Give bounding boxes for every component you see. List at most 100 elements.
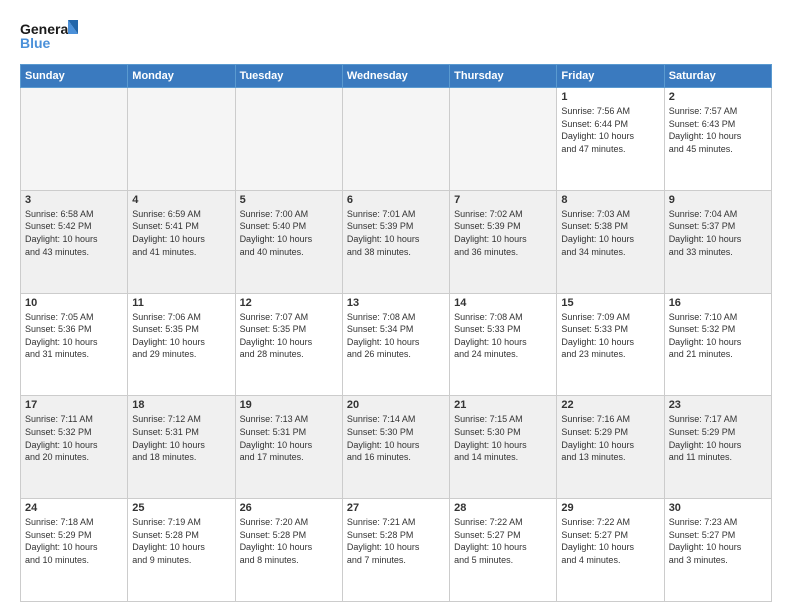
calendar-cell: 8 Sunrise: 7:03 AM Sunset: 5:38 PM Daylig… xyxy=(557,190,664,293)
calendar-cell: 22 Sunrise: 7:16 AM Sunset: 5:29 PM Dayli… xyxy=(557,396,664,499)
day-info: Sunrise: 7:22 AM Sunset: 5:27 PM Dayligh… xyxy=(454,516,552,566)
day-number: 9 xyxy=(669,194,767,206)
day-number: 5 xyxy=(240,194,338,206)
calendar-cell: 23 Sunrise: 7:17 AM Sunset: 5:29 PM Dayli… xyxy=(664,396,771,499)
day-number: 6 xyxy=(347,194,445,206)
day-info: Sunrise: 7:04 AM Sunset: 5:37 PM Dayligh… xyxy=(669,208,767,258)
day-number: 27 xyxy=(347,502,445,514)
day-number: 10 xyxy=(25,297,123,309)
day-info: Sunrise: 7:02 AM Sunset: 5:39 PM Dayligh… xyxy=(454,208,552,258)
calendar-cell: 17 Sunrise: 7:11 AM Sunset: 5:32 PM Dayli… xyxy=(21,396,128,499)
calendar-cell: 13 Sunrise: 7:08 AM Sunset: 5:34 PM Dayli… xyxy=(342,293,449,396)
calendar-cell xyxy=(235,88,342,191)
day-number: 18 xyxy=(132,399,230,411)
weekday-header-saturday: Saturday xyxy=(664,65,771,88)
day-info: Sunrise: 7:00 AM Sunset: 5:40 PM Dayligh… xyxy=(240,208,338,258)
week-row-2: 3 Sunrise: 6:58 AM Sunset: 5:42 PM Daylig… xyxy=(21,190,772,293)
week-row-3: 10 Sunrise: 7:05 AM Sunset: 5:36 PM Dayli… xyxy=(21,293,772,396)
day-info: Sunrise: 7:10 AM Sunset: 5:32 PM Dayligh… xyxy=(669,311,767,361)
day-number: 16 xyxy=(669,297,767,309)
week-row-1: 1 Sunrise: 7:56 AM Sunset: 6:44 PM Daylig… xyxy=(21,88,772,191)
day-number: 30 xyxy=(669,502,767,514)
day-info: Sunrise: 7:05 AM Sunset: 5:36 PM Dayligh… xyxy=(25,311,123,361)
calendar-cell: 25 Sunrise: 7:19 AM Sunset: 5:28 PM Dayli… xyxy=(128,499,235,602)
calendar-cell: 10 Sunrise: 7:05 AM Sunset: 5:36 PM Dayli… xyxy=(21,293,128,396)
day-number: 1 xyxy=(561,91,659,103)
day-info: Sunrise: 7:19 AM Sunset: 5:28 PM Dayligh… xyxy=(132,516,230,566)
day-number: 28 xyxy=(454,502,552,514)
day-info: Sunrise: 7:03 AM Sunset: 5:38 PM Dayligh… xyxy=(561,208,659,258)
calendar-cell: 21 Sunrise: 7:15 AM Sunset: 5:30 PM Dayli… xyxy=(450,396,557,499)
calendar-cell: 11 Sunrise: 7:06 AM Sunset: 5:35 PM Dayli… xyxy=(128,293,235,396)
day-info: Sunrise: 7:14 AM Sunset: 5:30 PM Dayligh… xyxy=(347,413,445,463)
calendar-cell xyxy=(450,88,557,191)
day-number: 19 xyxy=(240,399,338,411)
day-number: 23 xyxy=(669,399,767,411)
day-number: 29 xyxy=(561,502,659,514)
calendar-cell: 16 Sunrise: 7:10 AM Sunset: 5:32 PM Dayli… xyxy=(664,293,771,396)
day-info: Sunrise: 6:58 AM Sunset: 5:42 PM Dayligh… xyxy=(25,208,123,258)
logo-icon: GeneralBlue xyxy=(20,16,80,56)
calendar-cell xyxy=(342,88,449,191)
day-info: Sunrise: 7:57 AM Sunset: 6:43 PM Dayligh… xyxy=(669,105,767,155)
calendar-cell xyxy=(128,88,235,191)
day-info: Sunrise: 7:08 AM Sunset: 5:33 PM Dayligh… xyxy=(454,311,552,361)
day-info: Sunrise: 7:12 AM Sunset: 5:31 PM Dayligh… xyxy=(132,413,230,463)
calendar-cell: 20 Sunrise: 7:14 AM Sunset: 5:30 PM Dayli… xyxy=(342,396,449,499)
svg-text:Blue: Blue xyxy=(20,35,51,51)
day-number: 17 xyxy=(25,399,123,411)
day-number: 7 xyxy=(454,194,552,206)
calendar-cell: 15Sunrise: 7:09 AM Sunset: 5:33 PM Dayli… xyxy=(557,293,664,396)
calendar-cell: 3 Sunrise: 6:58 AM Sunset: 5:42 PM Daylig… xyxy=(21,190,128,293)
week-row-5: 24 Sunrise: 7:18 AM Sunset: 5:29 PM Dayli… xyxy=(21,499,772,602)
weekday-header-friday: Friday xyxy=(557,65,664,88)
day-number: 8 xyxy=(561,194,659,206)
day-info: Sunrise: 7:23 AM Sunset: 5:27 PM Dayligh… xyxy=(669,516,767,566)
day-number: 21 xyxy=(454,399,552,411)
day-info: Sunrise: 7:20 AM Sunset: 5:28 PM Dayligh… xyxy=(240,516,338,566)
day-info: Sunrise: 7:13 AM Sunset: 5:31 PM Dayligh… xyxy=(240,413,338,463)
calendar-cell xyxy=(21,88,128,191)
day-info: Sunrise: 7:56 AM Sunset: 6:44 PM Dayligh… xyxy=(561,105,659,155)
day-info: Sunrise: 7:16 AM Sunset: 5:29 PM Dayligh… xyxy=(561,413,659,463)
calendar-cell: 26Sunrise: 7:20 AM Sunset: 5:28 PM Dayli… xyxy=(235,499,342,602)
calendar-cell: 7 Sunrise: 7:02 AM Sunset: 5:39 PM Daylig… xyxy=(450,190,557,293)
day-number: 24 xyxy=(25,502,123,514)
day-number: 3 xyxy=(25,194,123,206)
weekday-header-monday: Monday xyxy=(128,65,235,88)
day-number: 22 xyxy=(561,399,659,411)
day-info: Sunrise: 7:08 AM Sunset: 5:34 PM Dayligh… xyxy=(347,311,445,361)
day-info: Sunrise: 7:09 AM Sunset: 5:33 PM Dayligh… xyxy=(561,311,659,361)
calendar-cell: 27 Sunrise: 7:21 AM Sunset: 5:28 PM Dayli… xyxy=(342,499,449,602)
calendar-cell: 4Sunrise: 6:59 AM Sunset: 5:41 PM Daylig… xyxy=(128,190,235,293)
day-info: Sunrise: 7:15 AM Sunset: 5:30 PM Dayligh… xyxy=(454,413,552,463)
calendar-cell: 18 Sunrise: 7:12 AM Sunset: 5:31 PM Dayli… xyxy=(128,396,235,499)
day-info: Sunrise: 7:11 AM Sunset: 5:32 PM Dayligh… xyxy=(25,413,123,463)
day-number: 13 xyxy=(347,297,445,309)
weekday-header-sunday: Sunday xyxy=(21,65,128,88)
day-info: Sunrise: 7:22 AM Sunset: 5:27 PM Dayligh… xyxy=(561,516,659,566)
day-info: Sunrise: 6:59 AM Sunset: 5:41 PM Dayligh… xyxy=(132,208,230,258)
day-info: Sunrise: 7:18 AM Sunset: 5:29 PM Dayligh… xyxy=(25,516,123,566)
day-info: Sunrise: 7:01 AM Sunset: 5:39 PM Dayligh… xyxy=(347,208,445,258)
day-info: Sunrise: 7:17 AM Sunset: 5:29 PM Dayligh… xyxy=(669,413,767,463)
calendar-cell: 29 Sunrise: 7:22 AM Sunset: 5:27 PM Dayli… xyxy=(557,499,664,602)
calendar-cell: 30 Sunrise: 7:23 AM Sunset: 5:27 PM Dayli… xyxy=(664,499,771,602)
calendar-cell: 14 Sunrise: 7:08 AM Sunset: 5:33 PM Dayli… xyxy=(450,293,557,396)
weekday-header-row: SundayMondayTuesdayWednesdayThursdayFrid… xyxy=(21,65,772,88)
day-number: 11 xyxy=(132,297,230,309)
day-number: 20 xyxy=(347,399,445,411)
day-number: 25 xyxy=(132,502,230,514)
header: GeneralBlue xyxy=(20,16,772,56)
calendar-cell: 1 Sunrise: 7:56 AM Sunset: 6:44 PM Daylig… xyxy=(557,88,664,191)
weekday-header-tuesday: Tuesday xyxy=(235,65,342,88)
calendar-table: SundayMondayTuesdayWednesdayThursdayFrid… xyxy=(20,64,772,602)
day-info: Sunrise: 7:21 AM Sunset: 5:28 PM Dayligh… xyxy=(347,516,445,566)
calendar-cell: 28 Sunrise: 7:22 AM Sunset: 5:27 PM Dayli… xyxy=(450,499,557,602)
day-info: Sunrise: 7:06 AM Sunset: 5:35 PM Dayligh… xyxy=(132,311,230,361)
calendar-cell: 9 Sunrise: 7:04 AM Sunset: 5:37 PM Daylig… xyxy=(664,190,771,293)
day-number: 14 xyxy=(454,297,552,309)
weekday-header-thursday: Thursday xyxy=(450,65,557,88)
calendar-cell: 12Sunrise: 7:07 AM Sunset: 5:35 PM Dayli… xyxy=(235,293,342,396)
weekday-header-wednesday: Wednesday xyxy=(342,65,449,88)
